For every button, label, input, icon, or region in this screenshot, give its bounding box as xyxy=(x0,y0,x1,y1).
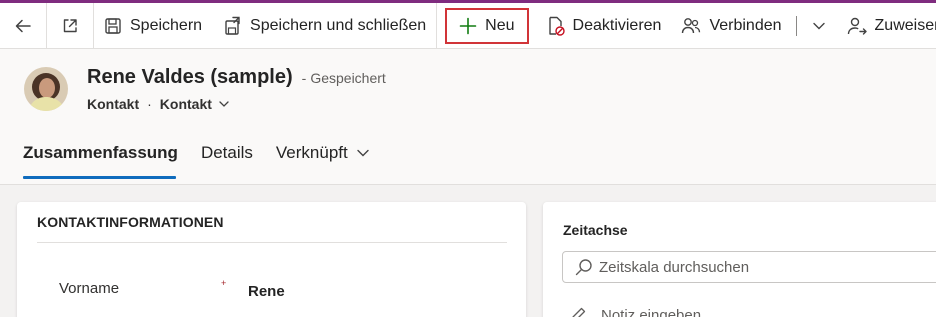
contact-information-card: KONTAKTINFORMATIONEN Vorname + Rene xyxy=(17,202,526,317)
note-input-row[interactable]: Notiz eingeben xyxy=(569,306,701,317)
contact-photo xyxy=(24,67,68,111)
back-arrow-icon xyxy=(15,19,31,32)
deactivate-button[interactable]: Deaktivieren xyxy=(537,3,672,49)
tab-list: Zusammenfassung Details Verknüpft xyxy=(23,140,393,166)
tab-summary[interactable]: Zusammenfassung xyxy=(23,140,178,166)
save-and-close-button[interactable]: Speichern und schließen xyxy=(212,3,436,49)
first-name-field[interactable]: Rene xyxy=(248,283,285,300)
required-indicator: + xyxy=(221,278,227,288)
title-separator: - xyxy=(301,70,307,86)
section-title: KONTAKTINFORMATIONEN xyxy=(37,214,224,230)
divider xyxy=(37,242,507,243)
form-selector[interactable]: Kontakt xyxy=(160,96,212,112)
new-button[interactable]: Neu xyxy=(445,7,529,44)
assign-person-icon xyxy=(847,17,867,35)
back-button[interactable] xyxy=(0,3,46,49)
save-status: Gespeichert xyxy=(310,70,386,86)
open-in-new-window-button[interactable] xyxy=(47,3,93,49)
tab-details-label: Details xyxy=(200,143,253,162)
assign-button[interactable]: Zuweisen xyxy=(837,3,936,49)
command-bar: Speichern Speichern und schließen Neu De… xyxy=(0,2,936,49)
tab-summary-label: Zusammenfassung xyxy=(23,143,178,162)
divider xyxy=(795,15,797,36)
subtitle-dot: · xyxy=(147,96,152,112)
chevron-down-icon[interactable] xyxy=(218,98,230,110)
chevron-down-icon xyxy=(812,22,825,29)
divider xyxy=(436,2,438,49)
more-commands-button[interactable] xyxy=(801,3,837,49)
save-label: Speichern xyxy=(130,16,203,34)
pencil-icon xyxy=(572,307,586,317)
timeline-search-input[interactable] xyxy=(599,258,936,276)
tab-details[interactable]: Details xyxy=(201,140,253,166)
people-connect-icon xyxy=(682,17,701,33)
deactivate-document-icon xyxy=(548,16,565,36)
tab-related[interactable]: Verknüpft xyxy=(276,140,370,166)
timeline-card: Zeitachse Notiz eingeben xyxy=(543,202,936,317)
open-in-new-window-icon xyxy=(63,18,77,32)
chevron-down-icon xyxy=(357,149,369,157)
tab-related-label: Verknüpft xyxy=(275,143,348,162)
assign-label: Zuweisen xyxy=(874,16,936,34)
connect-button[interactable]: Verbinden xyxy=(671,3,791,49)
save-and-close-label: Speichern und schließen xyxy=(250,16,427,34)
active-tab-indicator xyxy=(23,176,176,179)
save-button[interactable]: Speichern xyxy=(94,3,212,49)
connect-label: Verbinden xyxy=(709,16,782,34)
record-subtitle: Kontakt · Kontakt xyxy=(87,96,230,112)
note-placeholder: Notiz eingeben xyxy=(601,306,702,317)
plus-icon xyxy=(459,17,477,34)
record-title: Rene Valdes (sample) xyxy=(87,66,293,88)
search-icon xyxy=(575,259,592,276)
save-icon xyxy=(105,17,121,34)
timeline-title: Zeitachse xyxy=(563,222,628,238)
save-and-close-icon xyxy=(225,16,240,35)
first-name-label: Vorname xyxy=(59,280,120,297)
entity-name: Kontakt xyxy=(87,96,140,112)
deactivate-label: Deaktivieren xyxy=(572,16,662,34)
avatar xyxy=(24,67,68,111)
record-title-row: Rene Valdes (sample) - Gespeichert xyxy=(87,66,386,89)
timeline-search-box[interactable] xyxy=(562,251,936,283)
new-label: Neu xyxy=(485,16,515,34)
